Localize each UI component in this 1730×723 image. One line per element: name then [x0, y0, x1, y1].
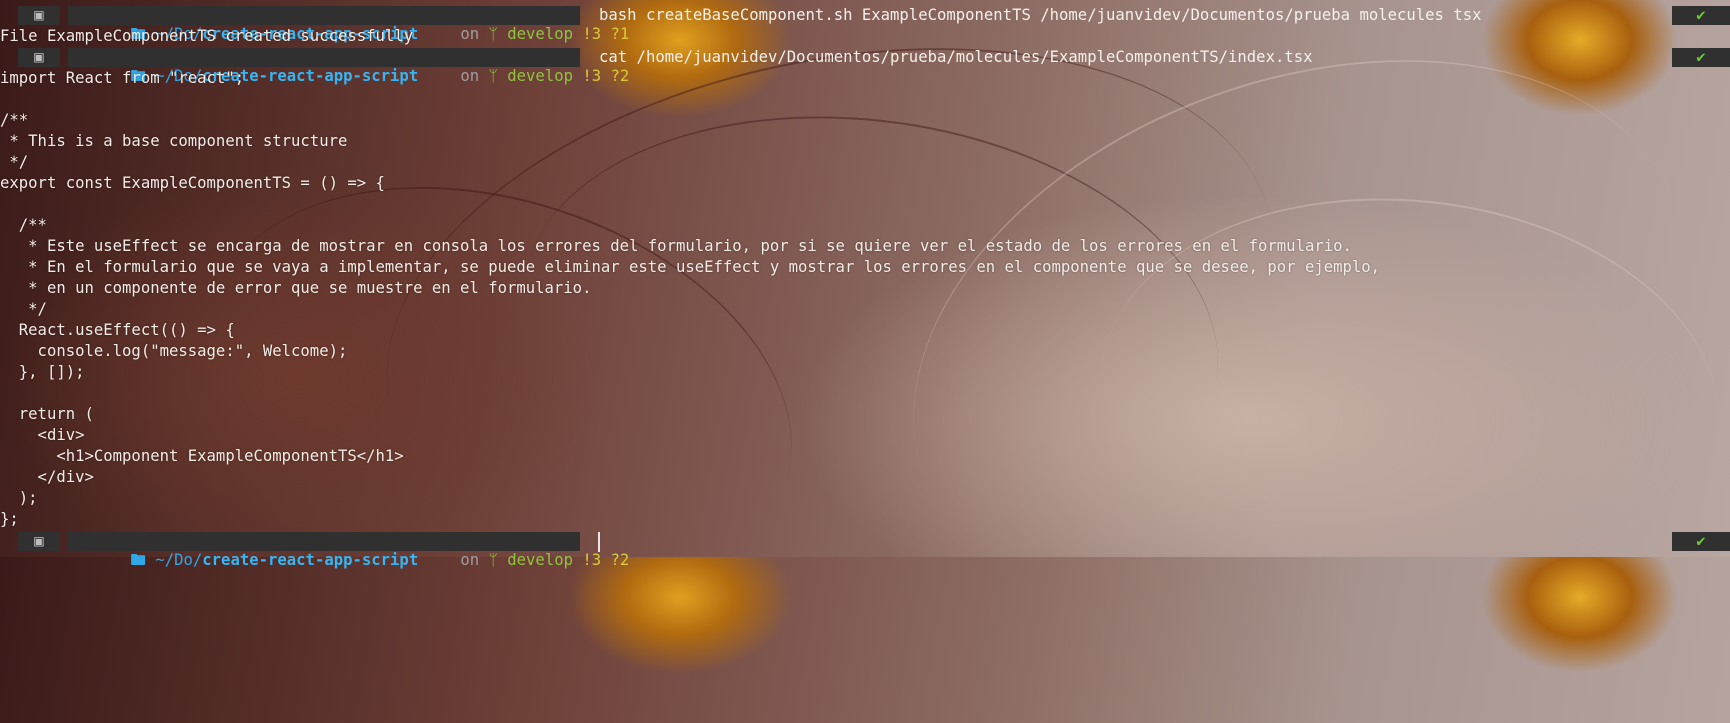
terminal-icon: ▣ — [18, 6, 60, 25]
code-line: console.log("message:", Welcome); — [0, 342, 348, 360]
code-line: /** — [0, 216, 47, 234]
code-line: * en un componente de error que se muest… — [0, 279, 592, 297]
code-line: * En el formulario que se vaya a impleme… — [0, 258, 1381, 276]
folder-icon: 🖿 — [130, 551, 156, 569]
home-path: ~/Do/ — [155, 551, 203, 569]
terminal-icon: ▣ — [18, 532, 60, 551]
code-line: }, []); — [0, 363, 85, 381]
directory-segment: 🖿 ~/Do/create-react-app-script — [68, 48, 418, 85]
code-line: import React from "react"; — [0, 69, 245, 87]
directory-segment: 🖿 ~/Do/create-react-app-script — [68, 532, 418, 569]
output-line: File ExampleComponentTS created successf… — [0, 27, 414, 45]
terminal-icon: ▣ — [18, 48, 60, 67]
code-line: React.useEffect(() => { — [0, 321, 235, 339]
git-status: !3 ?2 — [582, 67, 630, 85]
command-text: cat /home/juanvidev/Documentos/prueba/mo… — [599, 48, 1313, 66]
code-line: }; — [0, 510, 19, 528]
code-line: <div> — [0, 426, 85, 444]
prompt-line: ▣ 🖿 ~/Do/create-react-app-script on ᛘ de… — [0, 48, 1730, 85]
code-line: /** — [0, 111, 29, 129]
git-segment: on ᛘ develop !3 ?2 — [398, 48, 629, 85]
git-status: !3 ?2 — [582, 551, 630, 569]
code-line: * Este useEffect se encarga de mostrar e… — [0, 237, 1352, 255]
code-line: * This is a base component structure — [0, 132, 348, 150]
command-text: bash createBaseComponent.sh ExampleCompo… — [599, 6, 1482, 24]
code-line: <h1>Component ExampleComponentTS</h1> — [0, 447, 404, 465]
git-segment: on ᛘ develop !3 ?2 — [398, 532, 629, 569]
branch-icon: ᛘ — [488, 551, 498, 569]
git-segment: on ᛘ develop !3 ?1 — [398, 6, 629, 43]
on-label: on — [460, 551, 480, 569]
branch-icon: ᛘ — [488, 67, 498, 85]
prompt-line: ▣ 🖿 ~/Do/create-react-app-script on ᛘ de… — [0, 6, 1730, 43]
code-line: ); — [0, 489, 38, 507]
branch-name: develop — [507, 67, 573, 85]
text-cursor — [598, 532, 600, 552]
code-line: export const ExampleComponentTS = () => … — [0, 174, 385, 192]
repo-name: create-react-app-script — [202, 551, 419, 569]
check-icon: ✔ — [1672, 532, 1730, 551]
directory-segment: 🖿 ~/Do/create-react-app-script — [68, 6, 418, 43]
code-line: return ( — [0, 405, 94, 423]
git-status: !3 ?1 — [582, 25, 630, 43]
active-prompt-line[interactable]: ▣ 🖿 ~/Do/create-react-app-script on ᛘ de… — [0, 532, 1730, 569]
on-label: on — [460, 25, 480, 43]
branch-icon: ᛘ — [488, 25, 498, 43]
on-label: on — [460, 67, 480, 85]
check-icon: ✔ — [1672, 6, 1730, 25]
check-icon: ✔ — [1672, 48, 1730, 67]
code-line: */ — [0, 153, 29, 171]
code-line: */ — [0, 300, 47, 318]
terminal-window[interactable]: ▣ 🖿 ~/Do/create-react-app-script on ᛘ de… — [0, 0, 1730, 569]
code-line: </div> — [0, 468, 94, 486]
branch-name: develop — [507, 25, 573, 43]
branch-name: develop — [507, 551, 573, 569]
